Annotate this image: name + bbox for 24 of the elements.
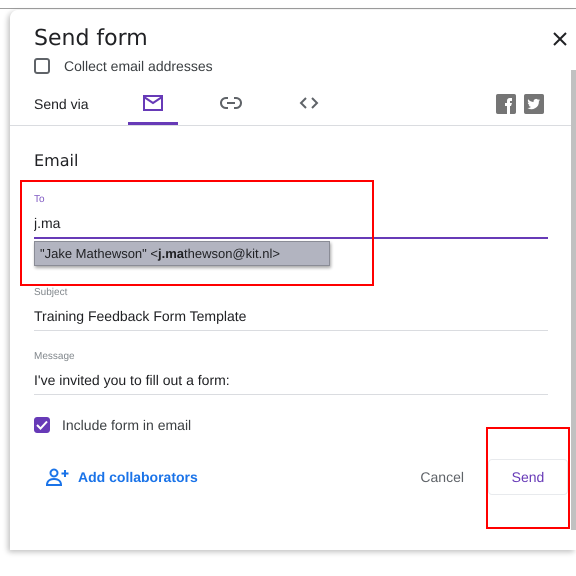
recipient-field[interactable]: j.ma	[34, 205, 548, 239]
scrollbar[interactable]	[571, 70, 576, 530]
field-label: Subject	[34, 287, 68, 298]
facebook-icon[interactable]	[496, 94, 516, 114]
field-label: Message	[34, 351, 76, 362]
send-via-label: Send via	[34, 96, 90, 112]
checkbox-label: Collect email addresses	[64, 58, 213, 74]
field-label: To	[34, 194, 46, 205]
checkbox-label: Include form in email	[62, 417, 192, 433]
checkbox[interactable]	[34, 417, 50, 433]
message-field[interactable]: I've invited you to fill out a form:	[34, 362, 548, 395]
autocomplete-suggestion[interactable]: "Jake Mathewson" <j.mathewson@kit.nl>	[34, 241, 330, 266]
bird-icon[interactable]	[524, 94, 544, 114]
section-title: Email	[34, 151, 80, 170]
subject-field[interactable]: Training Feedback Form Template	[34, 298, 548, 331]
send-button[interactable]: Send	[488, 459, 568, 495]
link-icon	[220, 96, 242, 108]
add-collaborators-link[interactable]: Add collaborators	[46, 468, 198, 486]
dialog-title: Send form	[34, 26, 148, 51]
person-add-icon	[46, 468, 70, 486]
code-icon	[299, 96, 319, 108]
checkbox[interactable]	[34, 58, 50, 74]
close-icon[interactable]	[552, 30, 568, 46]
envelope-icon	[143, 94, 163, 110]
